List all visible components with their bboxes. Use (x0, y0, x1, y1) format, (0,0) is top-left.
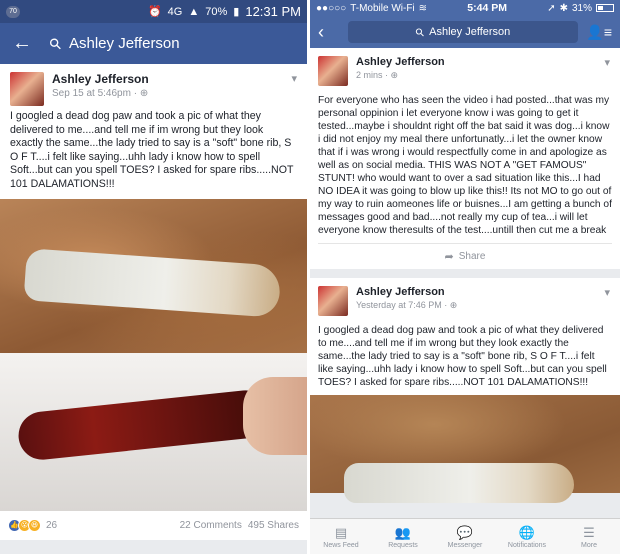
post-timestamp[interactable]: Sep 15 at 5:46pm · ⊕ (52, 88, 149, 99)
tab-label: News Feed (323, 541, 359, 549)
post-timestamp[interactable]: Yesterday at 7:46 PM · ⊕ (356, 300, 457, 311)
share-label: Share (458, 251, 486, 262)
post-photo-rib[interactable] (0, 353, 307, 511)
paw-shape (23, 248, 282, 318)
tab-more[interactable]: ☰ More (558, 519, 620, 554)
notification-badge: 70 (6, 5, 20, 18)
author-name[interactable]: Ashley Jefferson (356, 286, 457, 298)
post-timestamp[interactable]: 2 mins · ⊕ (356, 70, 445, 81)
post-header: Ashley Jefferson Yesterday at 7:46 PM · … (310, 278, 620, 320)
friend-requests-icon: 👥 (394, 524, 412, 540)
tab-label: Notifications (507, 541, 547, 549)
android-search-header: ← ⚲ Ashley Jefferson (0, 23, 307, 64)
signal-icon: ▲ (188, 5, 200, 18)
bluetooth-icon: ✱ (559, 2, 568, 14)
reaction-count[interactable]: 26 (46, 520, 57, 531)
tab-requests[interactable]: 👥 Requests (372, 519, 434, 554)
avatar[interactable] (10, 72, 44, 106)
haha-reaction-icon: 😆 (28, 519, 41, 532)
ios-tab-bar: ▤ News Feed 👥 Requests 💬 Messenger 🌐 Not… (310, 518, 620, 554)
back-arrow-icon[interactable]: ← (12, 32, 42, 55)
signal-dots-icon: ●●○○○ (316, 2, 347, 14)
tab-news-feed[interactable]: ▤ News Feed (310, 519, 372, 554)
tab-label: Requests (388, 541, 418, 549)
search-icon: ⚲ (413, 25, 428, 40)
globe-privacy-icon: ⊕ (449, 300, 458, 310)
share-count[interactable]: 495 Shares (248, 520, 299, 531)
wifi-icon: ≋ (418, 2, 428, 14)
battery-icon: ▮ (233, 6, 240, 18)
battery-level: 31% (571, 2, 592, 14)
post-text: I googled a dead dog paw and took a pic … (10, 110, 294, 190)
search-input[interactable]: ⚲ Ashley Jefferson (348, 21, 579, 43)
search-query[interactable]: Ashley Jefferson (69, 35, 180, 52)
location-icon: ➚ (547, 2, 556, 14)
globe-privacy-icon: ⊕ (139, 88, 149, 99)
post-text: For everyone who has seen the video i ha… (318, 95, 612, 236)
battery-level: 70% (205, 5, 228, 18)
post-card: Ashley Jefferson Sep 15 at 5:46pm · ⊕ ▾ … (0, 64, 307, 540)
ios-facebook-screen: ●●○○○ T-Mobile Wi-Fi ≋ 5:44 PM ➚ ✱ 31% ‹… (310, 0, 620, 554)
share-button[interactable]: ➦ Share (318, 243, 612, 269)
globe-icon: 🌐 (518, 524, 536, 540)
post-card: Ashley Jefferson Yesterday at 7:46 PM · … (310, 278, 620, 503)
comment-count[interactable]: 22 Comments (180, 520, 242, 531)
chevron-down-icon[interactable]: ▾ (604, 56, 610, 69)
tab-messenger[interactable]: 💬 Messenger (434, 519, 496, 554)
post-header: Ashley Jefferson 2 mins · ⊕ ▾ (310, 48, 620, 90)
carrier-label: T-Mobile Wi-Fi (350, 2, 415, 14)
clock: 5:44 PM (467, 2, 507, 14)
post-text: I googled a dead dog paw and took a pic … (318, 325, 607, 388)
android-status-bar: 70 ⏰ 4G ▲ 70% ▮ 12:31 PM (0, 0, 307, 23)
chevron-down-icon[interactable]: ▾ (604, 286, 610, 299)
back-chevron-icon[interactable]: ‹ (318, 22, 340, 43)
paw-shape (344, 463, 574, 503)
tab-label: More (581, 541, 597, 549)
alarm-icon: ⏰ (147, 6, 162, 18)
post-photo-paw[interactable] (0, 199, 307, 353)
battery-icon (596, 4, 614, 12)
android-facebook-screen: 70 ⏰ 4G ▲ 70% ▮ 12:31 PM ← ⚲ Ashley Jeff… (0, 0, 307, 554)
avatar[interactable] (318, 56, 348, 86)
post-header: Ashley Jefferson Sep 15 at 5:46pm · ⊕ ▾ (0, 64, 307, 110)
author-name[interactable]: Ashley Jefferson (52, 72, 149, 86)
tab-label: Messenger (447, 541, 483, 549)
post-card: Ashley Jefferson 2 mins · ⊕ ▾ For everyo… (310, 48, 620, 269)
network-type: 4G (167, 5, 183, 18)
globe-privacy-icon: ⊕ (390, 70, 399, 80)
menu-icon: ☰ (583, 524, 595, 540)
friends-list-icon[interactable]: 👤≡ (586, 24, 612, 41)
share-arrow-icon: ➦ (444, 251, 454, 263)
post-photo-paw[interactable] (310, 395, 620, 503)
screenshot-composite: 70 ⏰ 4G ▲ 70% ▮ 12:31 PM ← ⚲ Ashley Jeff… (0, 0, 620, 554)
chevron-down-icon[interactable]: ▾ (291, 72, 297, 85)
rib-shape (16, 387, 272, 463)
messenger-icon: 💬 (456, 524, 474, 540)
clock: 12:31 PM (245, 4, 301, 19)
finger-shape (243, 377, 307, 455)
ios-status-bar: ●●○○○ T-Mobile Wi-Fi ≋ 5:44 PM ➚ ✱ 31% (310, 0, 620, 16)
ios-search-header: ‹ ⚲ Ashley Jefferson 👤≡ (310, 16, 620, 48)
news-feed-icon: ▤ (334, 524, 348, 540)
author-name[interactable]: Ashley Jefferson (356, 56, 445, 68)
search-query: Ashley Jefferson (429, 26, 511, 38)
post-footer: 👍 😮 😆 26 22 Comments 495 Shares (0, 511, 307, 540)
search-icon: ⚲ (45, 33, 66, 54)
avatar[interactable] (318, 286, 348, 316)
tab-notifications[interactable]: 🌐 Notifications (496, 519, 558, 554)
